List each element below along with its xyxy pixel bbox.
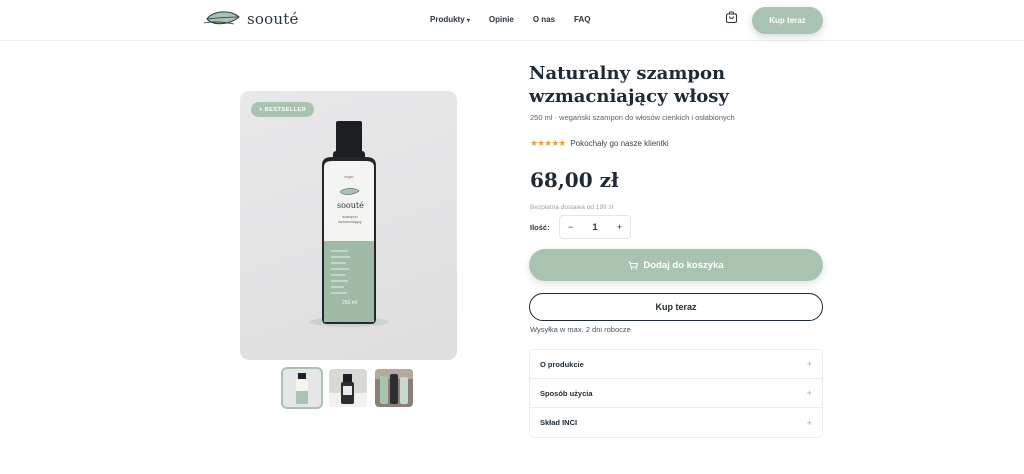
thumbnail-bottle-image [283,369,321,407]
thumbnail-set-image [375,369,413,407]
accordion-item-sposob-uzycia[interactable]: Sposób użycia + [530,379,822,408]
bottle-brand-label: soouté [337,201,364,210]
leaf-logo-icon [204,11,240,25]
delivery-time-note: Wysyłka w max. 2 dni robocze [530,325,631,334]
accordion-label: Skład INCI [540,418,578,427]
plus-icon: + [806,359,812,369]
quantity-stepper: − 1 + [559,215,631,239]
cart-icon [628,261,639,270]
site-header: soouté Produkty ▾ Opinie O nas FAQ Kup t… [0,0,1024,41]
nav-label-produkty: Produkty [430,15,465,24]
accordion-label: Sposób użycia [540,388,593,398]
free-shipping-note: Bezpłatna dostawa od 199 zł [530,204,614,211]
accordion-item-sklad-inci[interactable]: Skład INCI + [530,408,822,437]
quantity-value[interactable]: 1 [592,222,597,232]
nav-item-opinie[interactable]: Opinie [489,15,514,24]
cart-icon [725,11,738,24]
accordion-label: O produkcie [540,359,584,369]
bottle-desc-line-2: wzmacniający [338,220,362,224]
bottle-volume-label: 250 ml [342,300,358,306]
shampoo-bottle-image [309,121,389,327]
cart-button[interactable] [725,11,738,29]
rating-text: Pokochały go nasze klientki [570,139,669,148]
product-accordion: O produkcie + Sposób użycia + Skład INCI… [529,349,823,438]
quantity-increase-button[interactable]: + [617,222,622,232]
chevron-down-icon: ▾ [466,18,470,24]
bottle-desc-label: szampon wzmacniający [338,215,362,225]
product-main-image[interactable]: + BESTSELLER vegan soouté szampon wzmacni… [240,91,457,360]
logo[interactable]: soouté [204,9,299,29]
add-to-cart-label: Dodaj do koszyka [643,259,724,271]
quantity-label: Ilość: [530,223,550,232]
product-title: Naturalny szampon wzmacniający włosy [529,63,729,107]
plus-icon: + [806,417,812,428]
thumbnail-2[interactable] [329,369,367,407]
thumbnail-strip [281,367,413,409]
header-buy-now-button[interactable]: Kup teraz [752,7,823,34]
bottle-vegan-label: vegan [344,175,354,179]
logo-text: soouté [247,10,299,28]
bottle-desc-line-1: szampon [342,215,358,219]
thumbnail-3[interactable] [375,369,413,407]
star-icon: ★★★★★ [530,138,566,148]
product-subtitle: 250 ml · wegański szampon do włosów cien… [530,113,735,122]
product-rating: ★★★★★ Pokochały go nasze klientki [530,138,669,149]
product-price: 68,00 zł [530,168,619,192]
add-to-cart-button[interactable]: Dodaj do koszyka [529,249,823,281]
nav-item-o-nas[interactable]: O nas [533,15,555,24]
accordion-item-o-produkcie[interactable]: O produkcie + [530,350,822,379]
nav-item-faq[interactable]: FAQ [574,15,590,24]
quantity-decrease-button[interactable]: − [568,222,573,232]
main-nav: Produkty ▾ Opinie O nas FAQ [430,15,591,24]
thumbnail-product-image [329,369,367,407]
plus-icon: + [806,388,812,398]
nav-item-produkty[interactable]: Produkty ▾ [430,15,470,24]
buy-now-button[interactable]: Kup teraz [529,293,823,321]
thumbnail-1[interactable] [281,367,323,409]
